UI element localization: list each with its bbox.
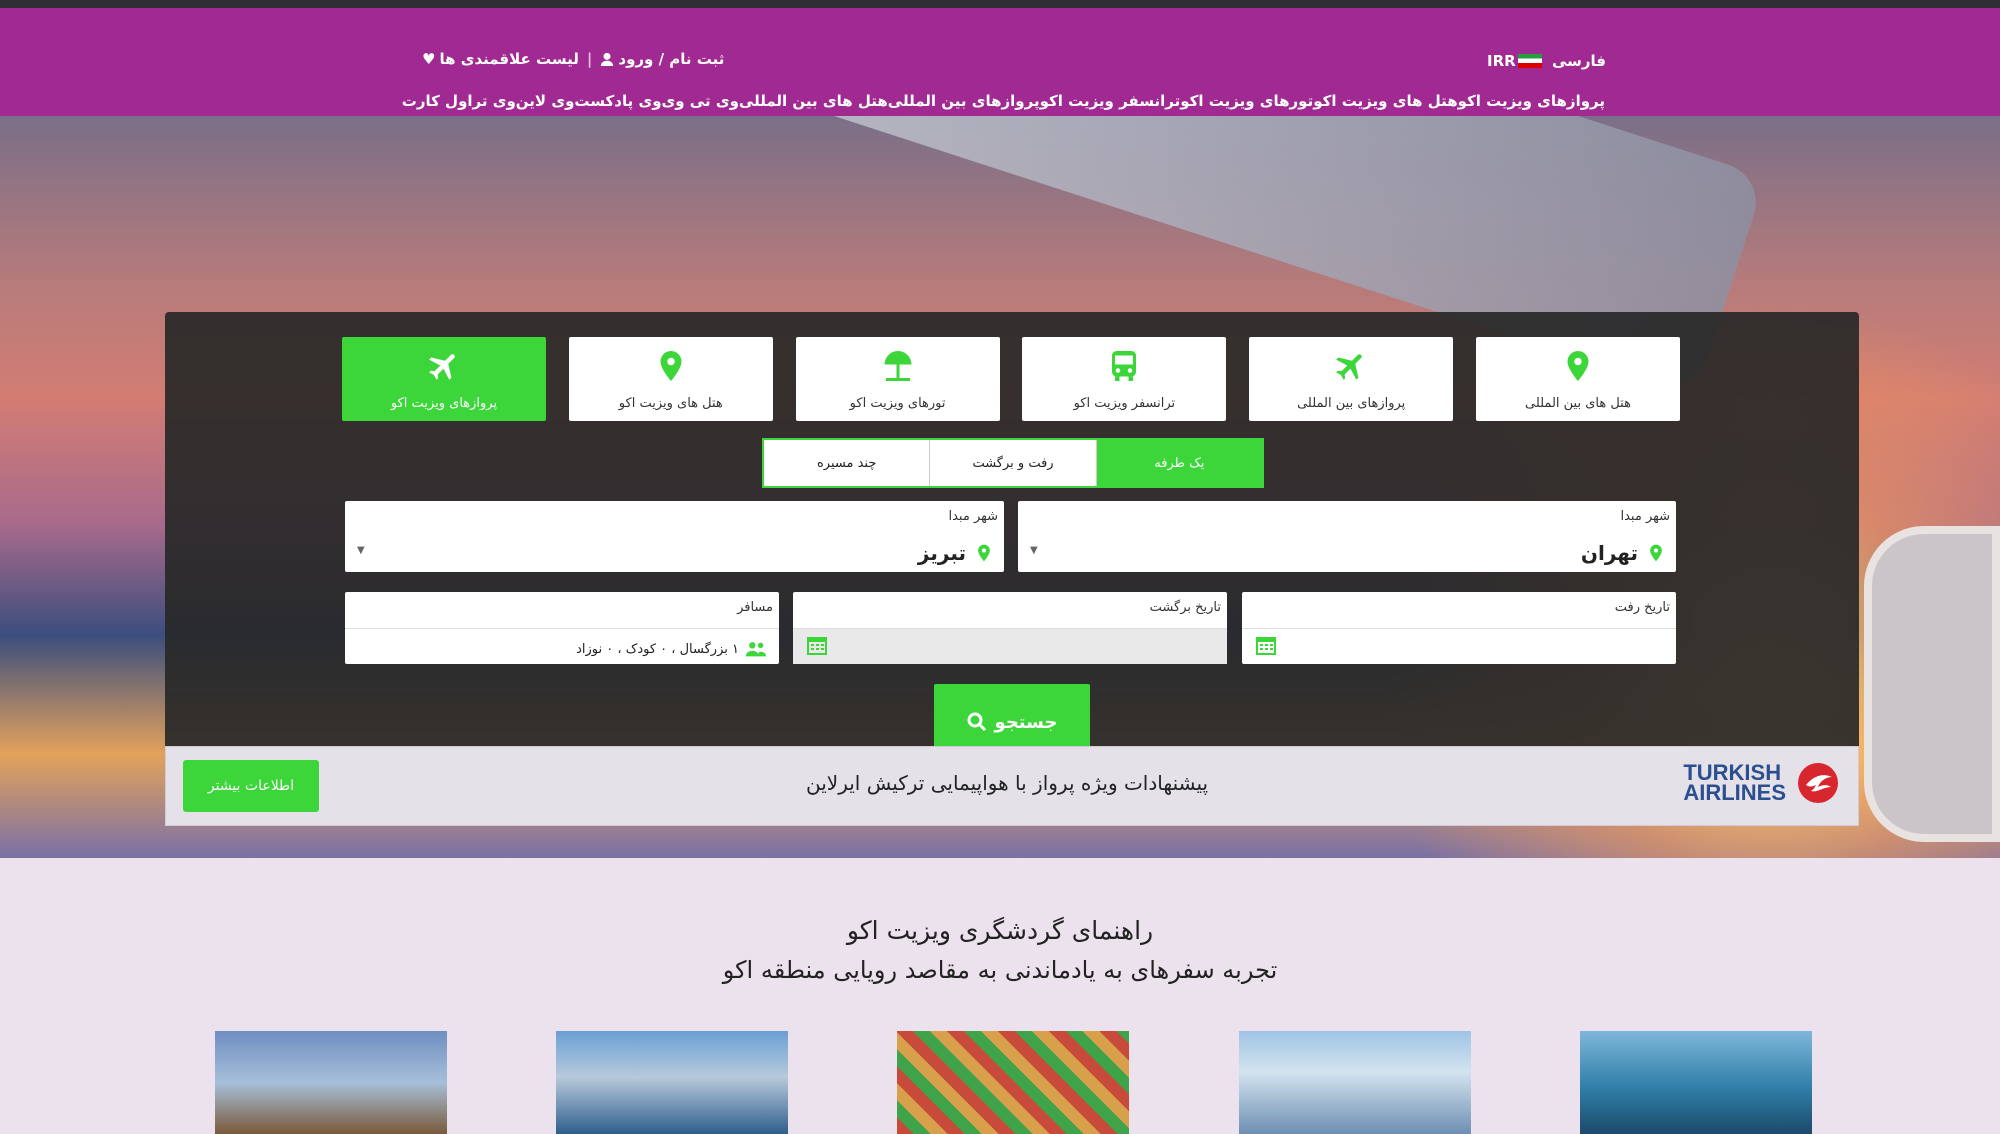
location-pin-icon <box>1650 544 1662 562</box>
nav-item[interactable]: پروازهای ویزیت اکو <box>1458 92 1605 110</box>
location-pin-icon <box>978 544 990 562</box>
beach-umbrella-icon <box>884 350 912 381</box>
guide-subtitle: تجربه سفرهای به یادماندنی به مقاصد رویای… <box>722 956 1278 984</box>
hero-banner: پروازهای ویزیت اکو هتل های ویزیت اکو تور… <box>0 116 2000 858</box>
turkish-airlines-logo: TURKISH AIRLINES <box>1683 761 1840 805</box>
nav-item[interactable]: وی تی وی <box>662 92 739 110</box>
airplane-engine-image <box>1864 526 2000 842</box>
users-icon <box>745 642 767 657</box>
destination-city-select[interactable]: شهر مبدا تبریز ▼ <box>345 501 1004 572</box>
origin-value: تهران <box>1580 541 1638 565</box>
wishlist-label: لیست علاقمندی ها <box>439 50 579 68</box>
nav-item[interactable]: ترانسفر ویزیت اکو <box>1040 92 1181 110</box>
user-links: ثبت نام / ورود | لیست علاقمندی ها ♥ <box>422 50 724 68</box>
nav-item[interactable]: پروازهای بین المللی <box>888 92 1040 110</box>
tab-international-flights[interactable]: پروازهای بین المللی <box>1249 337 1454 421</box>
trip-type-round-trip[interactable]: رفت و برگشت <box>929 440 1095 486</box>
tab-ecovisit-hotels[interactable]: هتل های ویزیت اکو <box>568 337 773 421</box>
return-date-input[interactable] <box>793 628 1227 664</box>
calendar-icon <box>807 637 827 655</box>
depart-date-input[interactable] <box>1242 628 1676 664</box>
iran-flag-icon <box>1517 54 1542 68</box>
tab-label: پروازهای بین المللی <box>1297 395 1406 411</box>
destination-card-image[interactable] <box>1239 1031 1471 1134</box>
search-button-label: جستجو <box>994 711 1058 733</box>
currency-selector[interactable]: IRR <box>1487 52 1516 70</box>
location-pin-icon <box>660 350 682 381</box>
destination-card-image[interactable] <box>556 1031 788 1134</box>
return-date-field[interactable]: تاریخ برگشت <box>793 592 1227 664</box>
language-label: فارسی <box>1551 52 1606 70</box>
origin-label: شهر مبدا <box>1620 509 1670 524</box>
wishlist-link[interactable]: لیست علاقمندی ها ♥ <box>422 50 579 68</box>
top-header-bar: فارسی IRR ثبت نام / ورود | لیست علاقمندی… <box>0 8 2000 116</box>
search-icon <box>967 712 986 732</box>
nav-item[interactable]: تورهای ویزیت اکو <box>1180 92 1313 110</box>
calendar-icon <box>1256 637 1276 655</box>
user-icon <box>601 52 614 66</box>
tab-label: ترانسفر ویزیت اکو <box>1073 395 1176 411</box>
service-tabs: پروازهای ویزیت اکو هتل های ویزیت اکو تور… <box>342 337 1680 421</box>
trip-type-toggle: یک طرفه رفت و برگشت چند مسیره <box>762 438 1264 488</box>
passengers-input[interactable]: ۱ بزرگسال ، ۰ کودک ، ۰ نوزاد <box>345 628 779 664</box>
plane-icon <box>429 353 455 380</box>
destination-card-image[interactable] <box>897 1031 1129 1134</box>
tab-label: تورهای ویزیت اکو <box>849 395 946 411</box>
nav-item[interactable]: وی تراول کارت <box>402 92 516 110</box>
register-login-label: ثبت نام / ورود <box>618 50 725 68</box>
depart-date-field[interactable]: تاریخ رفت <box>1242 592 1676 664</box>
tab-label: هتل های ویزیت اکو <box>618 395 723 411</box>
turkish-airlines-bird-icon <box>1798 763 1838 803</box>
origin-city-select[interactable]: شهر مبدا تهران ▼ <box>1018 501 1676 572</box>
top-dark-strip <box>0 0 2000 8</box>
divider: | <box>586 50 593 68</box>
destination-card-image[interactable] <box>215 1031 447 1134</box>
passengers-value: ۱ بزرگسال ، ۰ کودک ، ۰ نوزاد <box>576 641 739 657</box>
promo-message: پیشنهادات ویژه پرواز با هواپیمایی ترکیش … <box>806 771 1209 795</box>
plane-icon <box>1336 353 1362 380</box>
nav-item[interactable]: وی لاین <box>516 92 575 110</box>
depart-date-label: تاریخ رفت <box>1614 600 1670 615</box>
destination-value: تبریز <box>917 541 966 565</box>
destination-label: شهر مبدا <box>948 509 998 524</box>
tab-ecovisit-transfer[interactable]: ترانسفر ویزیت اکو <box>1022 337 1227 421</box>
nav-item[interactable]: هتل های بین المللی <box>739 92 888 110</box>
language-switcher[interactable]: فارسی <box>1517 52 1606 70</box>
tab-international-hotels[interactable]: هتل های بین المللی <box>1475 337 1680 421</box>
register-login-link[interactable]: ثبت نام / ورود <box>600 50 724 68</box>
nav-item[interactable]: وی پادکست <box>574 92 661 110</box>
tab-ecovisit-flights[interactable]: پروازهای ویزیت اکو <box>342 337 546 421</box>
chevron-down-icon: ▼ <box>357 545 365 556</box>
nav-item[interactable]: هتل های ویزیت اکو <box>1313 92 1457 110</box>
tab-label: هتل های بین المللی <box>1524 395 1631 411</box>
more-info-button[interactable]: اطلاعات بیشتر <box>183 760 319 812</box>
trip-type-one-way[interactable]: یک طرفه <box>1095 440 1262 486</box>
heart-icon: ♥ <box>422 50 436 68</box>
passengers-label: مسافر <box>737 600 773 615</box>
airline-name-line2: AIRLINES <box>1683 780 1786 805</box>
return-date-label: تاریخ برگشت <box>1149 600 1221 615</box>
guide-title: راهنمای گردشگری ویزیت اکو <box>846 916 1154 945</box>
location-pin-icon <box>1567 350 1589 381</box>
tab-label: پروازهای ویزیت اکو <box>390 395 498 411</box>
trip-type-multi-city[interactable]: چند مسیره <box>764 440 929 486</box>
destination-card-image[interactable] <box>1580 1031 1812 1134</box>
passengers-field[interactable]: مسافر ۱ بزرگسال ، ۰ کودک ، ۰ نوزاد <box>345 592 779 664</box>
main-nav: پروازهای ویزیت اکو هتل های ویزیت اکو تور… <box>402 92 1605 110</box>
bus-icon <box>1112 350 1137 381</box>
airline-promo-banner: TURKISH AIRLINES پیشنهادات ویژه پرواز با… <box>165 746 1859 826</box>
tab-ecovisit-tours[interactable]: تورهای ویزیت اکو <box>795 337 1000 421</box>
chevron-down-icon: ▼ <box>1030 545 1038 556</box>
